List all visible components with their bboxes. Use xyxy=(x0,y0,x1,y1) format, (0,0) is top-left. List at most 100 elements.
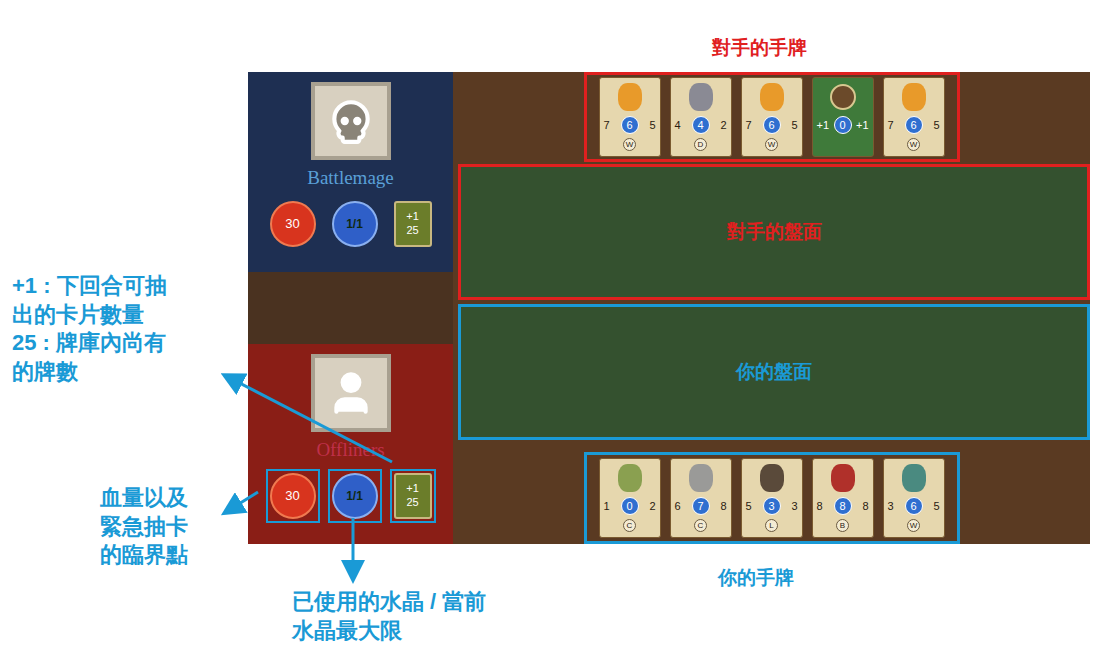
card-art xyxy=(671,78,731,116)
card-tag: C xyxy=(623,519,636,532)
card-health: 3 xyxy=(791,501,797,512)
card-health: 5 xyxy=(791,120,797,131)
player-name: Battlemage xyxy=(307,164,394,193)
health-crystal: 30 xyxy=(270,201,316,247)
card-tag: D xyxy=(694,138,707,151)
opponent-board: 對手的盤面 xyxy=(458,164,1090,300)
card-tag: W xyxy=(907,138,920,151)
avatar-frame xyxy=(311,354,391,432)
draw-count: +1 xyxy=(406,210,419,224)
card-stats: 765 xyxy=(600,116,660,134)
card-cost: 0 xyxy=(621,497,639,515)
card-stats: +1 0 +1 xyxy=(813,116,873,134)
card-attack: 8 xyxy=(817,501,823,512)
your-hand-title: 你的手牌 xyxy=(718,564,794,593)
card-tag: W xyxy=(623,138,636,151)
card-health: 2 xyxy=(649,501,655,512)
card-health: 8 xyxy=(862,501,868,512)
card-attack: 5 xyxy=(746,501,752,512)
mana-crystal: 1/1 xyxy=(332,473,378,519)
card-cost: 6 xyxy=(905,497,923,515)
creature-art-icon xyxy=(760,464,784,492)
card-health: +1 xyxy=(856,120,869,131)
card-art xyxy=(742,459,802,497)
opponent-hand-title: 對手的手牌 xyxy=(712,34,807,63)
card-stats: 765 xyxy=(884,116,944,134)
creature-art-icon xyxy=(830,84,856,110)
card[interactable]: 888B xyxy=(812,458,874,538)
card[interactable]: 365 W xyxy=(883,458,945,538)
card[interactable]: 678 C xyxy=(670,458,732,538)
creature-art-icon xyxy=(618,464,642,492)
card-tag: C xyxy=(694,519,707,532)
creature-art-icon xyxy=(902,464,926,492)
card-health: 8 xyxy=(720,501,726,512)
opponent-hand: 765W442D765W+10+1765W xyxy=(453,72,1090,164)
card-cost: 6 xyxy=(905,116,923,134)
creature-art-icon xyxy=(689,464,713,492)
card[interactable]: 102 C xyxy=(599,458,661,538)
card-attack: +1 xyxy=(817,120,830,131)
card-attack: 4 xyxy=(675,120,681,131)
card[interactable]: 533L xyxy=(741,458,803,538)
player-column: Battlemage301/1+125Offliners301/1+125 xyxy=(248,72,453,544)
deck-counter: +125 xyxy=(394,201,432,247)
player-name: Offliners xyxy=(316,436,384,465)
skull-icon xyxy=(326,96,376,146)
health-note: 血量以及緊急抽卡的臨界點 xyxy=(100,484,188,570)
card-cost: 4 xyxy=(692,116,710,134)
card[interactable]: 765 W xyxy=(883,77,945,157)
card-stats: 678 xyxy=(671,497,731,515)
your-hand: 102C678C533L888B365W xyxy=(453,440,1090,544)
wood-divider xyxy=(248,272,453,344)
card-cost: 7 xyxy=(692,497,710,515)
health-crystal: 30 xyxy=(270,473,316,519)
card[interactable]: 765 W xyxy=(599,77,661,157)
your-board: 你的盤面 xyxy=(458,304,1090,440)
annotation-arrows-icon xyxy=(0,0,1100,660)
card-tag: L xyxy=(765,519,778,532)
creature-art-icon xyxy=(618,83,642,111)
card-attack: 6 xyxy=(675,501,681,512)
creature-art-icon xyxy=(831,464,855,492)
user-icon xyxy=(326,368,376,418)
card-stats: 102 xyxy=(600,497,660,515)
card-stats: 442 xyxy=(671,116,731,134)
creature-art-icon xyxy=(902,83,926,111)
page: Battlemage301/1+125Offliners301/1+125765… xyxy=(0,0,1100,660)
card-art xyxy=(600,459,660,497)
card-art xyxy=(884,78,944,116)
card-stats: 365 xyxy=(884,497,944,515)
card-art xyxy=(742,78,802,116)
card-art xyxy=(884,459,944,497)
creature-art-icon xyxy=(689,83,713,111)
card-cost: 3 xyxy=(763,497,781,515)
deck-counter: +125 xyxy=(394,473,432,519)
card-tag: B xyxy=(836,519,849,532)
player-panel: Battlemage 30 1/1 +125 xyxy=(248,72,453,272)
card-tag: W xyxy=(907,519,920,532)
mana-crystal: 1/1 xyxy=(332,201,378,247)
card-attack: 7 xyxy=(888,120,894,131)
card[interactable]: +1 0 +1 xyxy=(812,77,874,157)
crystal-note: 已使用的水晶 / 當前水晶最大限 xyxy=(292,588,486,645)
card-cost: 8 xyxy=(834,497,852,515)
card-stats: 765 xyxy=(742,116,802,134)
card[interactable]: 442D xyxy=(670,77,732,157)
avatar-frame xyxy=(311,82,391,160)
player-stats: 30 1/1 +125 xyxy=(266,197,436,251)
card-cost: 6 xyxy=(621,116,639,134)
card-attack: 3 xyxy=(888,501,894,512)
card-attack: 7 xyxy=(604,120,610,131)
card-art xyxy=(813,78,873,116)
card-health: 5 xyxy=(649,120,655,131)
card-attack: 7 xyxy=(746,120,752,131)
card-art xyxy=(671,459,731,497)
card[interactable]: 765W xyxy=(741,77,803,157)
card-stats: 533 xyxy=(742,497,802,515)
card-stats: 888 xyxy=(813,497,873,515)
card-cost: 0 xyxy=(834,116,852,134)
deck-count: 25 xyxy=(406,496,418,510)
card-art xyxy=(813,459,873,497)
card-health: 2 xyxy=(720,120,726,131)
